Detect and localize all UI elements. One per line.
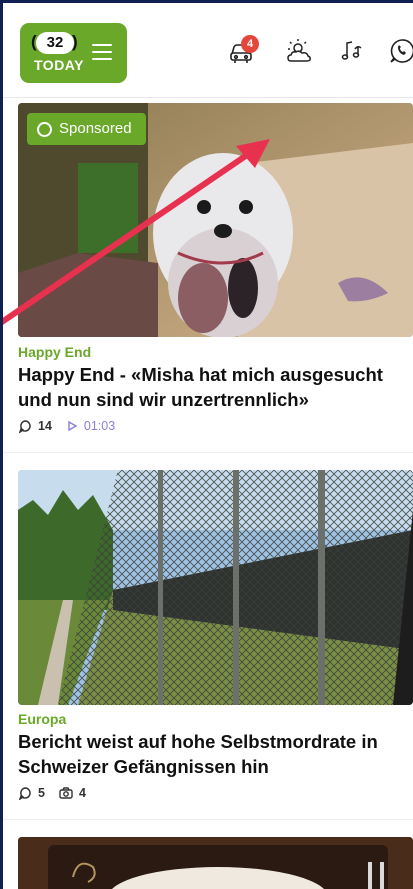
app-screen: ( 32 ) TODAY 4 Sponsored Happy End Happy… (3, 3, 413, 889)
annotation-arrow (3, 139, 270, 325)
